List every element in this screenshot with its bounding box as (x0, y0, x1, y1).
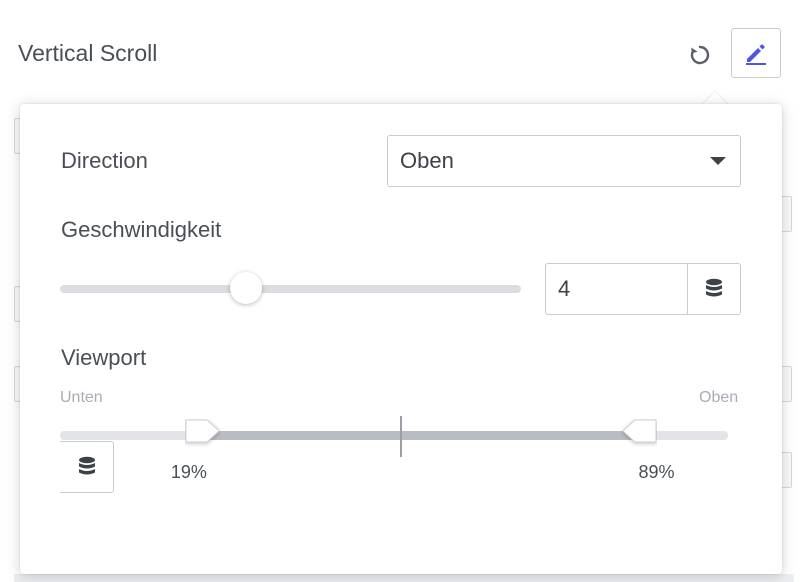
background-divider (14, 574, 794, 582)
speed-slider-track[interactable] (60, 285, 521, 293)
speed-dynamic-tags-button[interactable] (687, 263, 741, 315)
viewport-lower-handle[interactable] (185, 419, 221, 453)
direction-selected-value: Oben (400, 148, 454, 173)
speed-label: Geschwindigkeit (61, 217, 222, 242)
database-icon (78, 456, 95, 475)
viewport-upper-value: 89% (638, 462, 675, 482)
range-handle-shape (621, 419, 657, 443)
pencil-icon (746, 44, 766, 65)
viewport-label: Viewport (61, 345, 147, 370)
direction-label: Direction (61, 148, 148, 173)
range-handle-shape (185, 419, 220, 443)
viewport-center-marker (400, 416, 402, 457)
viewport-dynamic-tags-button[interactable] (60, 441, 114, 493)
control-title: Vertical Scroll (18, 40, 158, 66)
viewport-range-fill (186, 431, 655, 440)
speed-input[interactable] (545, 263, 688, 315)
chevron-down-icon (710, 157, 726, 165)
reset-icon (690, 45, 710, 65)
database-icon (706, 278, 722, 297)
direction-select[interactable]: Oben (387, 135, 741, 187)
reset-button[interactable] (684, 38, 716, 72)
viewport-lower-value: 19% (170, 462, 207, 482)
edit-button[interactable] (731, 28, 781, 78)
viewport-start-label: Unten (60, 389, 103, 406)
viewport-end-label: Oben (699, 389, 739, 406)
viewport-upper-handle[interactable] (621, 419, 657, 453)
